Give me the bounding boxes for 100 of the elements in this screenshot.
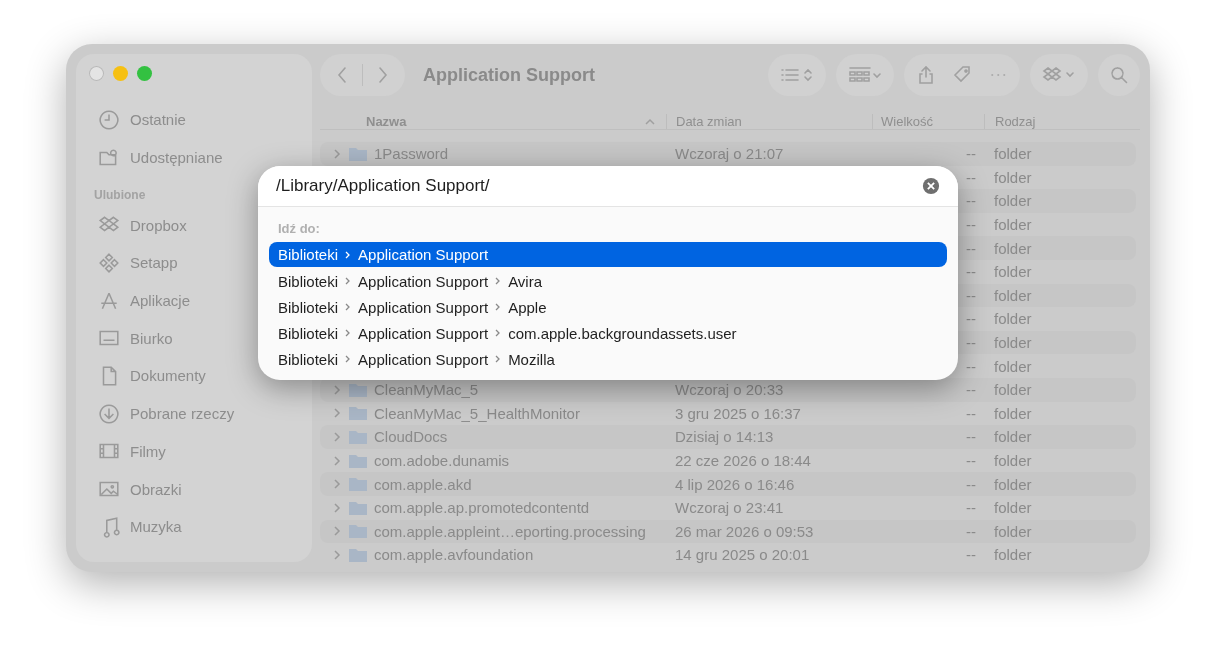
date-modified: 14 gru 2025 o 20:01 (675, 546, 810, 564)
file-size: -- (966, 428, 976, 446)
file-kind: folder (994, 310, 1032, 328)
path-label: Biblioteki (278, 246, 339, 263)
tag-icon[interactable] (952, 65, 972, 85)
suggestion-item[interactable]: Biblioteki Application Support Avira (269, 268, 947, 294)
file-name: CloudDocs (374, 428, 448, 446)
folder-icon (348, 499, 368, 516)
minimize-button[interactable] (113, 66, 128, 81)
sidebar-item[interactable]: Muzyka (76, 507, 190, 546)
sidebar-item[interactable]: Obrazki (76, 470, 190, 508)
file-size: -- (966, 192, 976, 210)
path-label: com.apple.backgroundassets.user (508, 324, 737, 342)
clear-icon[interactable] (922, 177, 940, 195)
disclosure-icon[interactable] (332, 548, 342, 561)
file-size: -- (966, 499, 976, 517)
grid-icon (848, 65, 882, 85)
path-label: Mozilla (508, 350, 555, 368)
file-size: -- (966, 310, 976, 328)
search-button[interactable] (1098, 54, 1140, 96)
file-size: -- (966, 334, 976, 352)
disclosure-icon[interactable] (332, 147, 342, 160)
file-kind: folder (994, 192, 1032, 210)
path-label: Biblioteki (278, 298, 339, 316)
clock-icon (98, 108, 120, 131)
file-kind: folder (994, 404, 1032, 422)
file-kind: folder (994, 357, 1032, 375)
column-header[interactable]: Nazwa (320, 114, 666, 129)
file-size: -- (966, 546, 976, 564)
file-size: -- (966, 263, 976, 281)
path-label: Application Support (358, 350, 489, 368)
file-kind: folder (994, 522, 1032, 540)
sidebar-item[interactable]: Filmy (76, 432, 174, 471)
sidebar-item[interactable]: Aplikacje (76, 281, 199, 320)
file-name: CleanMyMac_5_HealthMonitor (374, 404, 580, 422)
file-size: -- (966, 522, 976, 540)
window-title: Application Support (423, 64, 596, 86)
group-button[interactable] (836, 54, 894, 96)
disclosure-icon[interactable] (332, 501, 342, 514)
file-kind: folder (994, 286, 1032, 304)
file-kind: folder (994, 239, 1032, 257)
disclosure-icon[interactable] (332, 407, 342, 420)
sidebar-item[interactable]: Setapp (76, 244, 186, 282)
close-button[interactable] (89, 66, 104, 81)
column-header[interactable]: Rodzaj (984, 114, 1120, 129)
file-size: -- (966, 286, 976, 304)
file-size: -- (966, 239, 976, 257)
folder-icon (348, 546, 368, 563)
disclosure-icon[interactable] (332, 478, 342, 491)
file-kind: folder (994, 263, 1032, 281)
folder-icon (348, 405, 368, 422)
date-modified: Wczoraj o 21:07 (675, 145, 784, 163)
sidebar-item[interactable]: Dokumenty (76, 357, 214, 395)
file-kind: folder (994, 475, 1032, 493)
folder-icon (348, 452, 368, 469)
disclosure-icon[interactable] (332, 430, 342, 443)
suggestion-item[interactable]: Biblioteki Application Support com.apple.backgroundassets.user (269, 320, 947, 346)
disclosure-icon[interactable] (332, 454, 342, 467)
date-modified: 26 mar 2026 o 09:53 (675, 522, 814, 540)
suggestion-item[interactable]: Biblioteki Application Support (269, 242, 947, 267)
suggestion-item[interactable]: Biblioteki Application Support Mozilla (269, 346, 947, 372)
sidebar-item[interactable]: Dropbox (76, 206, 195, 245)
path-field[interactable]: /Library/Application Support/ (258, 166, 958, 207)
path-label: Biblioteki (278, 272, 339, 290)
sidebar-item[interactable]: Ostatnie (76, 101, 194, 139)
file-name: com.apple.avfoundation (374, 546, 534, 564)
path-label: Apple (508, 298, 547, 316)
column-header[interactable]: Wielkość (872, 114, 984, 129)
sort-caret-icon (644, 117, 656, 126)
file-kind: folder (994, 145, 1032, 163)
download-icon (98, 402, 120, 425)
disclosure-icon[interactable] (332, 525, 342, 538)
search-icon (1109, 65, 1129, 85)
file-kind: folder (994, 499, 1032, 517)
path-label: Avira (508, 272, 543, 290)
disclosure-icon[interactable] (332, 383, 342, 396)
sidebar-item[interactable]: Pobrane rzeczy (76, 394, 243, 433)
sidebar-item[interactable]: Biurko (76, 319, 181, 358)
column-header[interactable]: Data zmian (666, 114, 872, 129)
list-view-button[interactable] (768, 54, 826, 96)
file-size: -- (966, 216, 976, 234)
file-name: 1Password (374, 145, 449, 163)
suggestion-item[interactable]: Biblioteki Application Support Apple (269, 294, 947, 320)
share-icon[interactable] (916, 65, 936, 85)
path-label: Application Support (358, 324, 489, 342)
zoom-button[interactable] (137, 66, 152, 81)
path-input-field[interactable]: /Library/Application Support/ (274, 175, 922, 197)
file-kind: folder (994, 452, 1032, 469)
file-name: com.apple.appleint…eporting.processing (374, 522, 646, 540)
date-modified: 3 gru 2025 o 16:37 (675, 404, 801, 422)
sidebar-item[interactable]: Udostępniane (76, 138, 231, 177)
file-name: com.apple.akd (374, 475, 472, 493)
file-kind: folder (994, 381, 1032, 399)
folder-icon (348, 523, 368, 540)
file-size: -- (966, 475, 976, 493)
folder-icon (348, 145, 368, 162)
file-kind: folder (994, 546, 1032, 564)
file-size: -- (966, 357, 976, 375)
file-name: com.adobe.dunamis (374, 452, 510, 469)
file-name: com.apple.ap.promotedcontentd (374, 499, 590, 517)
